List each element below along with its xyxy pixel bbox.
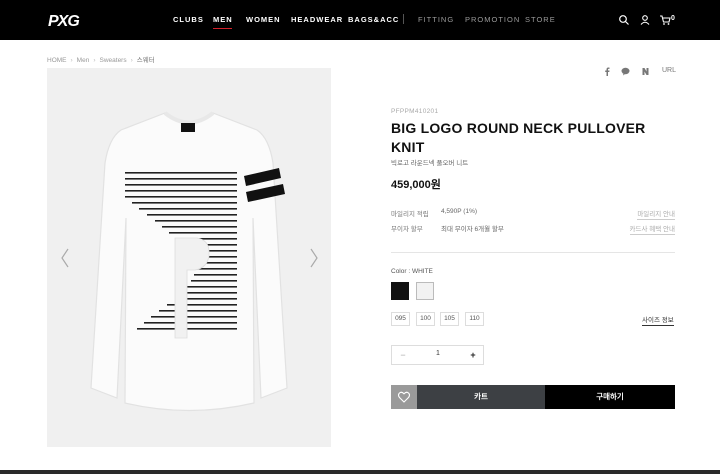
product-price: 459,000원 bbox=[391, 179, 441, 191]
installment-label: 무이자 할부 bbox=[391, 226, 423, 233]
facebook-icon bbox=[605, 67, 610, 76]
next-arrow-icon[interactable] bbox=[309, 248, 319, 268]
prev-arrow-icon[interactable] bbox=[60, 248, 70, 268]
talk-share[interactable] bbox=[621, 67, 630, 77]
card-benefit-link[interactable]: 카드사 혜택 안내 bbox=[629, 223, 675, 235]
chevron-right-icon: › bbox=[70, 57, 73, 64]
breadcrumb-sweaters[interactable]: Sweaters bbox=[100, 57, 127, 64]
product-sku: PFPPM410201 bbox=[391, 108, 439, 115]
minus-icon[interactable]: − bbox=[396, 349, 410, 361]
nav-clubs[interactable]: CLUBS bbox=[173, 15, 204, 24]
breadcrumb-current: 스웨터 bbox=[136, 57, 155, 64]
naver-icon bbox=[642, 68, 649, 75]
nav-women[interactable]: WOMEN bbox=[246, 15, 281, 24]
cart-icon[interactable] bbox=[659, 14, 671, 26]
footer-edge bbox=[0, 470, 720, 474]
url-share-label: URL bbox=[662, 67, 677, 74]
section-divider bbox=[391, 252, 675, 253]
product-image-gallery bbox=[47, 68, 331, 447]
size-option-100[interactable]: 100 bbox=[416, 312, 435, 326]
buy-now-button[interactable]: 구매하기 bbox=[545, 385, 675, 409]
color-swatch-black[interactable] bbox=[391, 282, 409, 300]
nav-store[interactable]: STORE bbox=[525, 15, 556, 24]
mileage-guide-link[interactable]: 마일리지 안내 bbox=[637, 208, 675, 220]
color-swatch-white[interactable] bbox=[416, 282, 434, 300]
quantity-stepper: − 1 + bbox=[391, 345, 484, 365]
mileage-row: 마일리지 적립 4,590P (1%) 마일리지 안내 bbox=[391, 208, 675, 220]
top-header: PXG CLUBS MEN WOMEN HEADWEAR BAGS&ACC FI… bbox=[0, 0, 720, 40]
nav-men[interactable]: MEN bbox=[213, 15, 233, 29]
nav-promotion[interactable]: PROMOTION bbox=[465, 15, 520, 24]
user-icon[interactable] bbox=[639, 14, 651, 26]
quantity-value[interactable]: 1 bbox=[422, 350, 454, 357]
speech-bubble-icon bbox=[621, 67, 630, 76]
naver-share[interactable] bbox=[642, 67, 649, 77]
heart-icon bbox=[397, 391, 411, 403]
wishlist-button[interactable] bbox=[391, 385, 417, 409]
installment-value: 최대 무이자 6개월 할부 bbox=[441, 226, 504, 233]
chevron-right-icon: › bbox=[130, 57, 133, 64]
add-to-cart-button[interactable]: 카트 bbox=[417, 385, 545, 409]
facebook-share[interactable] bbox=[604, 67, 610, 77]
mileage-label: 마일리지 적립 bbox=[391, 211, 429, 218]
nav-headwear[interactable]: HEADWEAR bbox=[291, 15, 343, 24]
color-label: Color : WHITE bbox=[391, 268, 433, 275]
breadcrumb: HOME › Men › Sweaters › 스웨터 bbox=[47, 54, 155, 64]
plus-icon[interactable]: + bbox=[466, 349, 480, 361]
mileage-value: 4,590P (1%) bbox=[441, 208, 478, 215]
size-guide-link[interactable]: 사이즈 정보 bbox=[642, 314, 674, 326]
nav-fitting[interactable]: FITTING bbox=[418, 15, 454, 24]
product-title: BIG LOGO ROUND NECK PULLOVER KNIT bbox=[391, 120, 646, 155]
size-option-110[interactable]: 110 bbox=[465, 312, 484, 326]
nav-divider bbox=[403, 14, 404, 24]
product-subtitle: 빅로고 라운드넥 풀오버 니트 bbox=[391, 160, 469, 167]
main-nav: CLUBS MEN WOMEN HEADWEAR BAGS&ACC FITTIN… bbox=[0, 0, 720, 40]
nav-bags-acc[interactable]: BAGS&ACC bbox=[348, 15, 399, 24]
search-icon[interactable] bbox=[618, 14, 630, 26]
product-image bbox=[90, 111, 288, 412]
url-share[interactable]: URL bbox=[662, 67, 676, 77]
chevron-right-icon: › bbox=[93, 57, 96, 64]
breadcrumb-men[interactable]: Men bbox=[77, 57, 90, 64]
installment-row: 무이자 할부 최대 무이자 6개월 할부 카드사 혜택 안내 bbox=[391, 223, 675, 235]
breadcrumb-home[interactable]: HOME bbox=[47, 57, 67, 64]
size-option-095[interactable]: 095 bbox=[391, 312, 410, 326]
cart-count-badge: 0 bbox=[671, 15, 675, 22]
size-option-105[interactable]: 105 bbox=[440, 312, 459, 326]
